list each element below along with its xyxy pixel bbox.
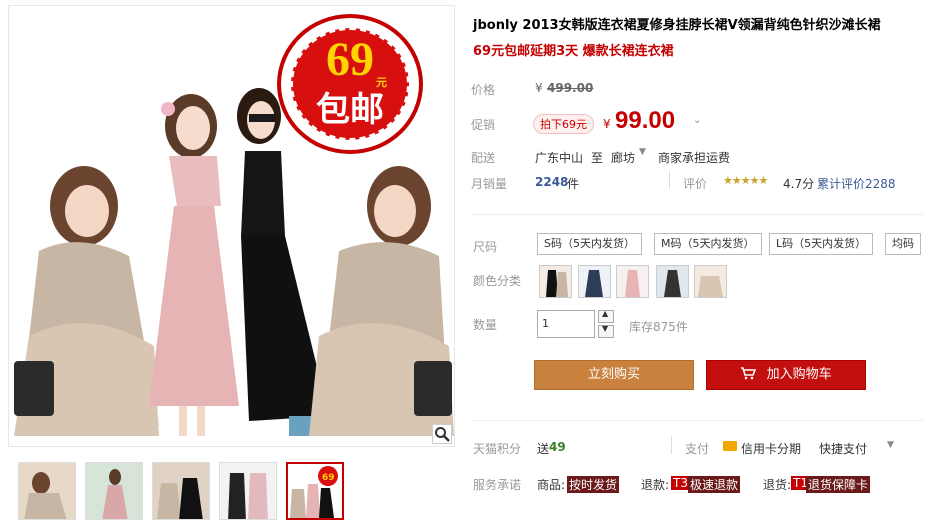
shipping-label: 配送 <box>471 151 496 165</box>
rating-stars-icon: ★★★★★ <box>723 174 768 187</box>
color-swatch-4[interactable] <box>656 265 689 298</box>
points-divider <box>671 436 672 454</box>
price-label: 价格 <box>471 83 496 97</box>
thumbnail-4[interactable] <box>219 462 277 520</box>
badge-unit: 元 <box>376 76 387 89</box>
size-option-m[interactable]: M码（5天内发货） <box>654 233 762 255</box>
svg-text:69: 69 <box>322 473 335 483</box>
quick-pay[interactable]: 快捷支付 <box>819 440 867 457</box>
pay-label: 支付 <box>685 442 710 456</box>
sales-label: 月销量 <box>471 177 508 191</box>
service-refund-prefix: 退款: <box>641 478 670 492</box>
original-price: 499.00 <box>547 81 594 95</box>
shipping-from: 广东中山 <box>535 151 584 165</box>
cart-icon <box>740 367 760 384</box>
chevron-up-icon: ▲ <box>602 309 609 318</box>
thumbnail-5-active[interactable]: 69 <box>286 462 344 520</box>
rating-score: 4.7分 <box>783 177 815 191</box>
color-label: 颜色分类 <box>473 274 522 288</box>
add-to-cart-button[interactable]: 加入购物车 <box>706 360 866 390</box>
product-info: jbonly 2013女韩版连衣裙夏修身挂脖长裙V领漏背纯色针织沙滩长裙 69元… <box>471 0 923 527</box>
quantity-increment-button[interactable]: ▲ <box>598 309 614 323</box>
pay-dropdown-icon[interactable]: ▼ <box>887 440 894 450</box>
badge-price: 69 <box>326 33 374 86</box>
promo-label: 促销 <box>471 118 496 132</box>
points-send: 送 <box>537 442 550 456</box>
sales-unit: 件 <box>567 177 580 191</box>
size-label: 尺码 <box>473 240 498 254</box>
buy-now-button[interactable]: 立刻购买 <box>534 360 694 390</box>
add-to-cart-label: 加入购物车 <box>766 367 832 382</box>
free-shipping-badge: 69 元 包邮 <box>277 14 423 154</box>
badge-text: 包邮 <box>316 90 384 130</box>
service-return-tag[interactable]: 退货保障卡 <box>806 476 871 493</box>
service-goods-tag[interactable]: 按时发货 <box>567 476 620 493</box>
thumbnail-3[interactable] <box>152 462 210 520</box>
original-yen: ¥ <box>535 81 543 95</box>
rating-label: 评价 <box>683 177 708 191</box>
thumbnail-1[interactable] <box>18 462 76 520</box>
shipping-to-word: 至 <box>591 151 604 165</box>
chevron-down-icon: ▼ <box>602 324 609 333</box>
section-divider-1 <box>473 214 923 215</box>
promo-tag: 拍下69元 <box>533 114 594 134</box>
color-swatch-3[interactable] <box>616 265 649 298</box>
magnifier-icon <box>435 427 450 442</box>
destination-dropdown-icon[interactable]: ▼ <box>639 147 646 157</box>
thumbnail-2[interactable] <box>85 462 143 520</box>
points-value: 49 <box>549 440 566 454</box>
service-return-prefix: 退货: <box>763 478 792 492</box>
badge-inner: 69 元 包邮 <box>291 28 409 140</box>
color-swatch-1[interactable] <box>539 265 572 298</box>
quantity-label: 数量 <box>473 318 498 332</box>
thumbnail-strip: 69 <box>16 462 456 524</box>
color-swatch-5[interactable] <box>694 265 727 298</box>
current-yen: ¥ <box>603 117 611 131</box>
color-swatch-2[interactable] <box>578 265 611 298</box>
price-chevron-icon[interactable]: ⌄ <box>693 115 701 126</box>
points-label: 天猫积分 <box>473 442 522 456</box>
price-panel: 价格 ¥ 499.00 促销 拍下69元 ¥ 99.00 ⌄ 配送 广东中山 至… <box>471 67 921 203</box>
zoom-icon[interactable] <box>432 424 452 444</box>
service-label: 服务承诺 <box>473 478 522 492</box>
sales-count: 2248 <box>535 175 569 189</box>
credit-card-icon <box>723 441 737 451</box>
product-gallery: 69 元 包邮 69 <box>8 5 456 527</box>
size-option-l[interactable]: L码（5天内发货） <box>769 233 874 255</box>
size-option-s[interactable]: S码（5天内发货） <box>537 233 642 255</box>
shipping-fee: 商家承担运费 <box>658 151 731 165</box>
quantity-input[interactable]: 1 <box>537 310 595 338</box>
credit-installment[interactable]: 信用卡分期 <box>741 440 801 457</box>
service-goods-prefix: 商品: <box>537 478 566 492</box>
stock-text: 库存875件 <box>629 320 688 334</box>
current-price: 99.00 <box>615 107 676 134</box>
product-title: jbonly 2013女韩版连衣裙夏修身挂脖长裙V领漏背纯色针织沙滩长裙 <box>473 18 881 33</box>
total-reviews-link[interactable]: 累计评价2288 <box>817 175 896 192</box>
quantity-decrement-button[interactable]: ▼ <box>598 324 614 338</box>
service-refund-tag[interactable]: 极速退款 <box>688 476 741 493</box>
product-subtitle: 69元包邮延期3天 爆款长裙连衣裙 <box>473 44 674 59</box>
shipping-destination[interactable]: 廊坊 <box>611 149 635 166</box>
sales-divider <box>669 171 670 189</box>
section-divider-2 <box>473 420 923 421</box>
main-product-image[interactable]: 69 元 包邮 <box>8 5 455 447</box>
size-option-free[interactable]: 均码 <box>885 233 921 255</box>
